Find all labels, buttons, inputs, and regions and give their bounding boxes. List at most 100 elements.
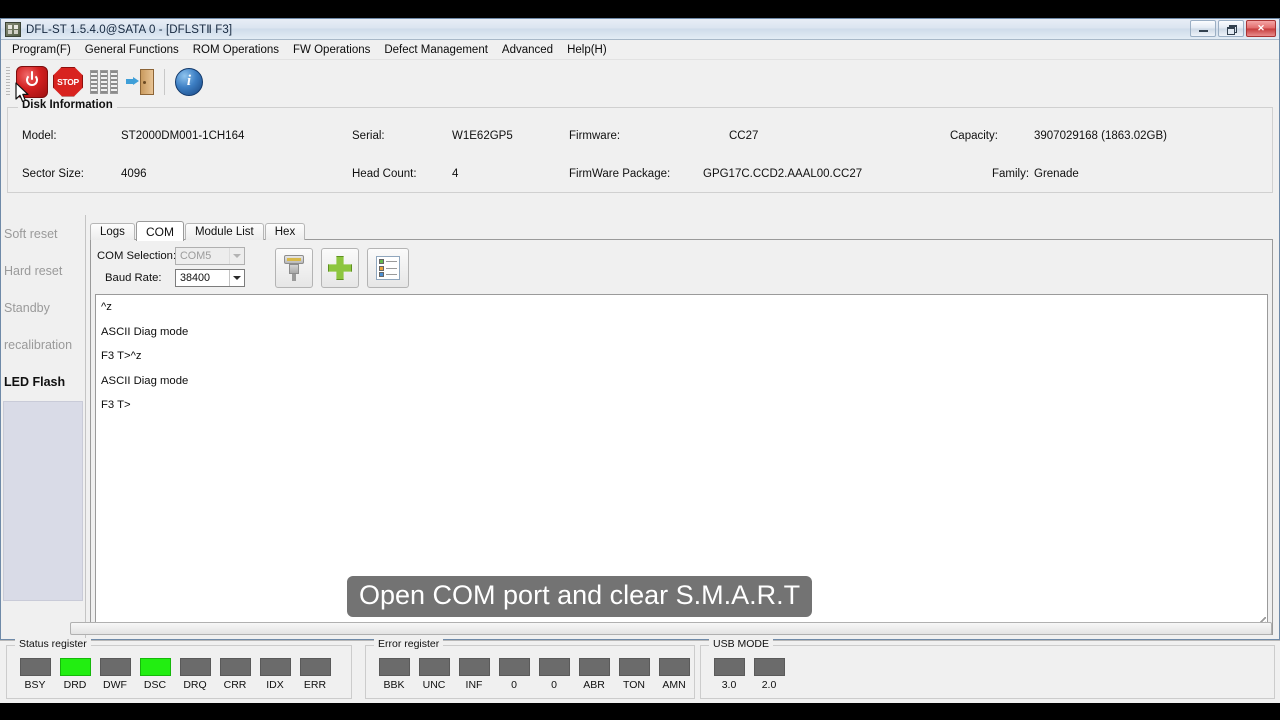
sidebar-fill — [3, 401, 83, 601]
capacity-label: Capacity: — [950, 130, 998, 142]
info-button[interactable]: i — [171, 64, 207, 100]
led-dwf — [99, 658, 131, 676]
error-register-legend: Error register — [374, 638, 444, 650]
restore-icon — [1226, 24, 1237, 35]
list-button[interactable] — [86, 64, 122, 100]
stop-button[interactable]: STOP — [50, 64, 86, 100]
com-selection-dropdown[interactable]: COM5 — [175, 247, 245, 265]
led-crr — [219, 658, 251, 676]
minimize-button[interactable] — [1190, 20, 1216, 37]
led-label-res1: 0 — [511, 679, 517, 691]
tab-hex[interactable]: Hex — [264, 223, 306, 240]
window-title: DFL-ST 1.5.4.0@SATA 0 - [DFLSTⅡ F3] — [26, 24, 233, 36]
led-label-drq: DRQ — [183, 679, 207, 691]
baud-rate-dropdown[interactable]: 38400 — [175, 269, 245, 287]
stop-icon: STOP — [53, 66, 83, 97]
firmware-package-value: GPG17C.CCD2.AAAL00.CC27 — [703, 168, 863, 180]
led-label-bbk: BBK — [383, 679, 405, 691]
com-toolbar: COM Selection: COM5 Baud Rate: 38400 — [91, 240, 1272, 294]
exit-icon — [126, 68, 154, 95]
led-cell-dsc: DSC — [135, 658, 175, 691]
led-cell-abr: ABR — [574, 658, 614, 691]
led-cell-drq: DRQ — [175, 658, 215, 691]
menu-item-help[interactable]: Help(H) — [560, 42, 614, 58]
tab-module-list[interactable]: Module List — [184, 223, 264, 240]
terminal-line: ^z — [101, 301, 112, 313]
combo-separator — [229, 270, 230, 286]
head-count-label: Head Count: — [352, 168, 417, 180]
led-abr — [578, 658, 610, 676]
subtitle-overlay: Open COM port and clear S.M.A.R.T — [347, 576, 813, 618]
module-list-button[interactable] — [367, 248, 409, 288]
led-label-bsy: BSY — [24, 679, 46, 691]
bottom-letterbox — [0, 703, 1280, 720]
firmware-value: CC27 — [729, 130, 759, 142]
menu-bar: Program(F) General Functions ROM Operati… — [1, 40, 1279, 60]
led-cell-res2: 0 — [534, 658, 574, 691]
sidebar-item-soft-reset[interactable]: Soft reset — [1, 215, 85, 252]
led-label-ton: TON — [623, 679, 645, 691]
tab-com[interactable]: COM — [135, 221, 184, 241]
led-cell-bsy: BSY — [15, 658, 55, 691]
led-cell-err: ERR — [295, 658, 335, 691]
toolbar: STOP i — [1, 60, 1279, 103]
usb-mode-leds: 3.0 2.0 — [709, 658, 789, 691]
exit-button[interactable] — [122, 64, 158, 100]
chevron-down-icon — [233, 276, 241, 280]
led-label-abr: ABR — [583, 679, 605, 691]
menu-item-fw-operations[interactable]: FW Operations — [286, 42, 377, 58]
tab-logs[interactable]: Logs — [90, 223, 135, 240]
disk-info-row-2: Sector Size: 4096 Head Count: 4 FirmWare… — [8, 168, 1272, 188]
menu-item-program[interactable]: Program(F) — [5, 42, 78, 58]
serial-value: W1E62GP5 — [452, 130, 513, 142]
menu-item-rom-operations[interactable]: ROM Operations — [186, 42, 286, 58]
led-cell-amn: AMN — [654, 658, 694, 691]
led-unc — [418, 658, 450, 676]
app-icon — [5, 21, 21, 37]
led-cell-dwf: DWF — [95, 658, 135, 691]
led-drq — [179, 658, 211, 676]
plus-icon — [328, 256, 352, 280]
led-inf — [458, 658, 490, 676]
minimize-icon — [1198, 30, 1208, 32]
toolbar-grip[interactable] — [6, 66, 10, 97]
menu-item-general-functions[interactable]: General Functions — [78, 42, 186, 58]
status-register-leds: BSY DRD DWF DSC DRQ CRR IDX ERR — [15, 658, 335, 691]
head-count-value: 4 — [452, 168, 459, 180]
close-button[interactable]: ✕ — [1246, 20, 1276, 37]
error-register-leds: BBK UNC INF 0 0 ABR TON AMN — [374, 658, 694, 691]
add-button[interactable] — [321, 248, 359, 288]
terminal-line: ASCII Diag mode — [101, 325, 189, 338]
led-label-crr: CRR — [223, 679, 247, 691]
title-bar: DFL-ST 1.5.4.0@SATA 0 - [DFLSTⅡ F3] ✕ — [1, 19, 1279, 40]
com-selection-row: COM Selection: COM5 — [97, 246, 267, 266]
restore-button[interactable] — [1218, 20, 1244, 37]
menu-item-defect-management[interactable]: Defect Management — [377, 42, 495, 58]
sector-size-value: 4096 — [121, 168, 147, 180]
led-cell-ton: TON — [614, 658, 654, 691]
sidebar-item-recalibration[interactable]: recalibration — [1, 326, 85, 363]
window-controls: ✕ — [1190, 20, 1276, 37]
led-ton — [618, 658, 650, 676]
menu-item-advanced[interactable]: Advanced — [495, 42, 560, 58]
terminal-line: F3 T> — [101, 399, 131, 411]
power-icon — [16, 65, 48, 98]
led-cell-bbk: BBK — [374, 658, 414, 691]
sidebar-item-led-flash[interactable]: LED Flash — [1, 363, 85, 400]
family-value: Grenade — [1034, 168, 1079, 180]
sidebar: Soft reset Hard reset Standby recalibrat… — [1, 215, 86, 639]
sidebar-item-standby[interactable]: Standby — [1, 289, 85, 326]
led-bbk — [378, 658, 410, 676]
status-register-group: Status register BSY DRD DWF DSC DRQ CRR … — [6, 638, 352, 699]
led-label-inf: INF — [465, 679, 483, 691]
led-label-usb30: 3.0 — [721, 679, 737, 691]
led-label-unc: UNC — [422, 679, 446, 691]
serial-port-button[interactable] — [275, 248, 313, 288]
led-bsy — [19, 658, 51, 676]
colored-list-icon — [376, 256, 400, 280]
firmware-package-label: FirmWare Package: — [569, 168, 671, 180]
chevron-down-icon — [233, 254, 241, 258]
status-register-legend: Status register — [15, 638, 91, 650]
sidebar-item-hard-reset[interactable]: Hard reset — [1, 252, 85, 289]
power-button[interactable] — [14, 64, 50, 100]
